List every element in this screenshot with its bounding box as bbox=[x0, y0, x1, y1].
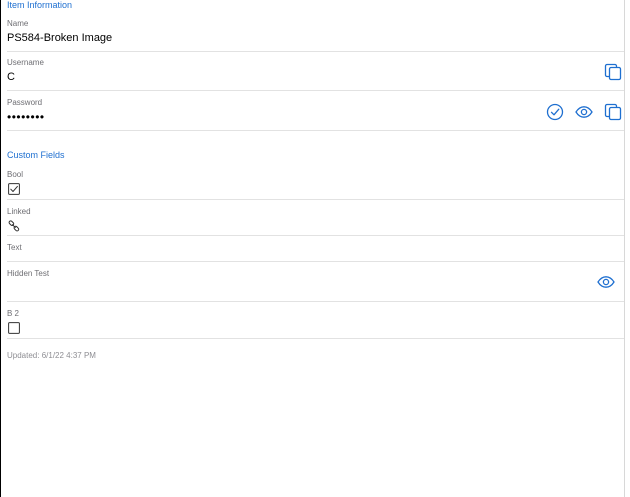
text-row: Text bbox=[7, 236, 624, 262]
b2-unchecked-checkbox-icon[interactable] bbox=[8, 321, 20, 334]
hidden-test-row: Hidden Test bbox=[7, 262, 624, 302]
bool-row: Bool bbox=[7, 164, 624, 200]
window-right-border bbox=[624, 0, 625, 497]
username-row: Username C bbox=[7, 52, 624, 91]
bool-checked-checkbox-icon[interactable] bbox=[8, 182, 20, 195]
hidden-test-label: Hidden Test bbox=[7, 269, 50, 278]
window-left-border bbox=[0, 0, 1, 497]
custom-fields-header: Custom Fields bbox=[7, 150, 65, 160]
b2-label: B 2 bbox=[7, 309, 20, 318]
b2-row: B 2 bbox=[7, 302, 624, 339]
item-detail-view: Item Information Name PS584-Broken Image… bbox=[7, 0, 624, 497]
reveal-password-eye-icon[interactable] bbox=[574, 102, 594, 122]
reveal-hidden-test-eye-icon[interactable] bbox=[596, 272, 616, 292]
updated-timestamp: Updated: 6/1/22 4:37 PM bbox=[7, 351, 96, 360]
username-label: Username bbox=[7, 58, 44, 67]
password-row: Password •••••••• bbox=[7, 91, 624, 131]
divider bbox=[7, 338, 624, 339]
text-label: Text bbox=[7, 243, 22, 252]
check-password-icon[interactable] bbox=[545, 102, 565, 122]
bool-label: Bool bbox=[7, 170, 24, 179]
item-information-header: Item Information bbox=[7, 0, 73, 10]
password-value[interactable]: •••••••• bbox=[7, 110, 45, 124]
copy-password-icon[interactable] bbox=[603, 102, 623, 122]
linked-row: Linked bbox=[7, 200, 624, 236]
copy-username-icon[interactable] bbox=[603, 62, 623, 82]
username-value[interactable]: C bbox=[7, 71, 15, 83]
password-label: Password bbox=[7, 98, 43, 107]
link-icon bbox=[8, 219, 20, 232]
name-row: Name PS584-Broken Image bbox=[7, 14, 624, 52]
linked-label: Linked bbox=[7, 207, 31, 216]
name-label: Name bbox=[7, 19, 29, 28]
divider bbox=[7, 130, 624, 131]
name-value[interactable]: PS584-Broken Image bbox=[7, 32, 112, 44]
